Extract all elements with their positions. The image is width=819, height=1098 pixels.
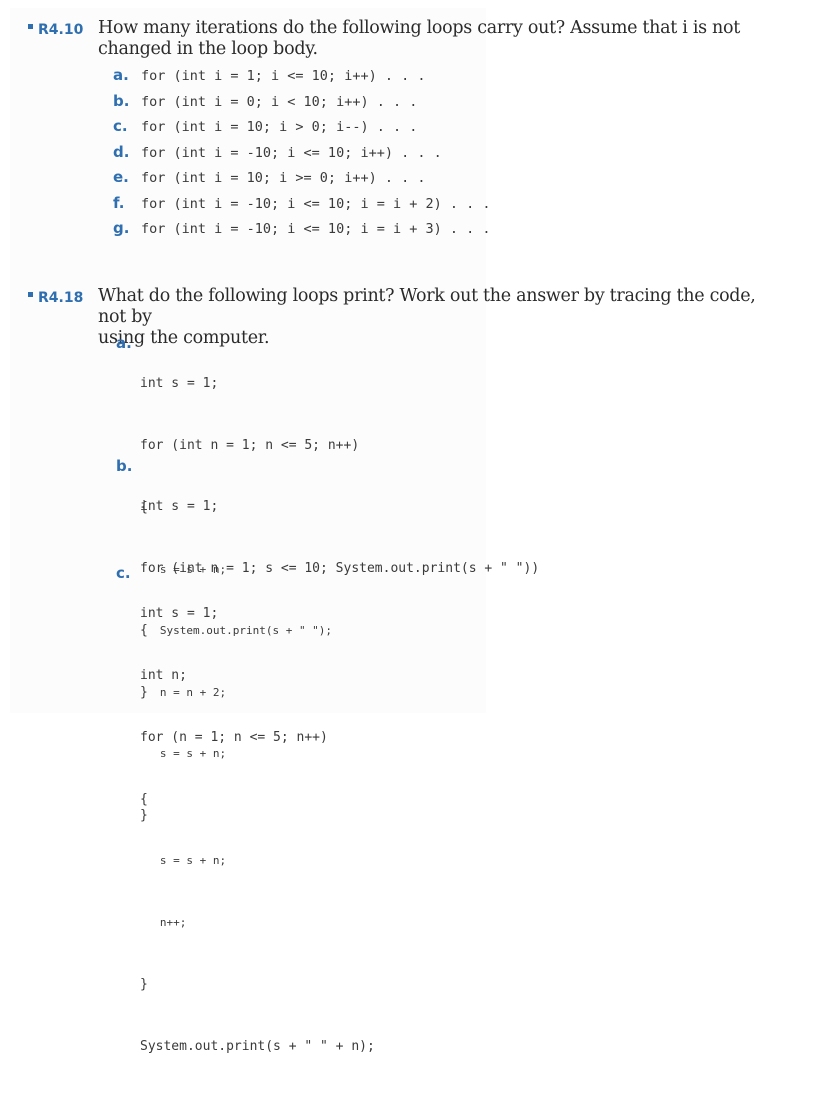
code-line: s = s + n; [140, 854, 227, 868]
list-item: f. for (int i = -10; i <= 10; i = i + 2) … [113, 194, 491, 212]
item-letter: d. [113, 142, 130, 161]
list-item: a. for (int i = 1; i <= 10; i++) . . . [113, 66, 425, 84]
list-item: e. for (int i = 10; i >= 0; i++) . . . [113, 168, 425, 186]
code-line: System.out.print(s + " " + n); [140, 1038, 375, 1054]
exercise-prompt: How many iterations do the following loo… [98, 18, 778, 60]
code-line: } [140, 976, 148, 992]
item-code: for (int i = -10; i <= 10; i = i + 2) . … [141, 195, 491, 212]
code-line: for (int n = 1; n <= 5; n++) [140, 437, 360, 453]
item-letter: e. [113, 168, 129, 186]
prompt-line: How many iterations do the following loo… [98, 18, 740, 38]
item-code: for (int i = -10; i <= 10; i++) . . . [141, 144, 442, 161]
exercise-header: R4.18 [28, 290, 98, 306]
bullet-icon [28, 292, 33, 297]
exercise-number: R4.10 [38, 22, 84, 38]
exercise-header: R4.10 [28, 22, 98, 38]
code-block-c: int s = 1; int n; for (n = 1; n <= 5; n+… [140, 563, 375, 1098]
prompt-line: changed in the loop body. [98, 39, 318, 59]
bullet-icon [28, 24, 33, 29]
list-item: c. for (int i = 10; i > 0; i--) . . . [113, 117, 417, 135]
code-line: for (n = 1; n <= 5; n++) [140, 729, 328, 745]
exercise-number: R4.18 [38, 290, 84, 306]
code-line: n++; [140, 916, 187, 930]
item-letter: c. [113, 117, 128, 135]
item-letter: f. [113, 193, 125, 212]
list-item: b. for (int i = 0; i < 10; i++) . . . [113, 92, 417, 110]
code-line: int s = 1; [140, 606, 219, 622]
item-code: for (int i = -10; i <= 10; i = i + 3) . … [141, 221, 491, 237]
item-letter: g. [113, 219, 130, 237]
list-item: g. for (int i = -10; i <= 10; i = i + 3) … [113, 219, 491, 237]
code-line: int n; [140, 667, 187, 683]
item-code: for (int i = 1; i <= 10; i++) . . . [141, 68, 426, 84]
prompt-line: What do the following loops print? Work … [98, 286, 756, 327]
item-letter: a. [113, 66, 129, 84]
list-item: d. for (int i = -10; i <= 10; i++) . . . [113, 143, 442, 161]
code-line: int s = 1; [140, 376, 219, 392]
item-code: for (int i = 10; i > 0; i--) . . . [141, 119, 418, 135]
item-code: for (int i = 10; i >= 0; i++) . . . [141, 170, 426, 186]
item-code: for (int i = 0; i < 10; i++) . . . [141, 93, 418, 110]
code-line: { [140, 791, 148, 807]
item-letter: b. [113, 91, 130, 110]
code-line: int s = 1; [140, 499, 219, 515]
